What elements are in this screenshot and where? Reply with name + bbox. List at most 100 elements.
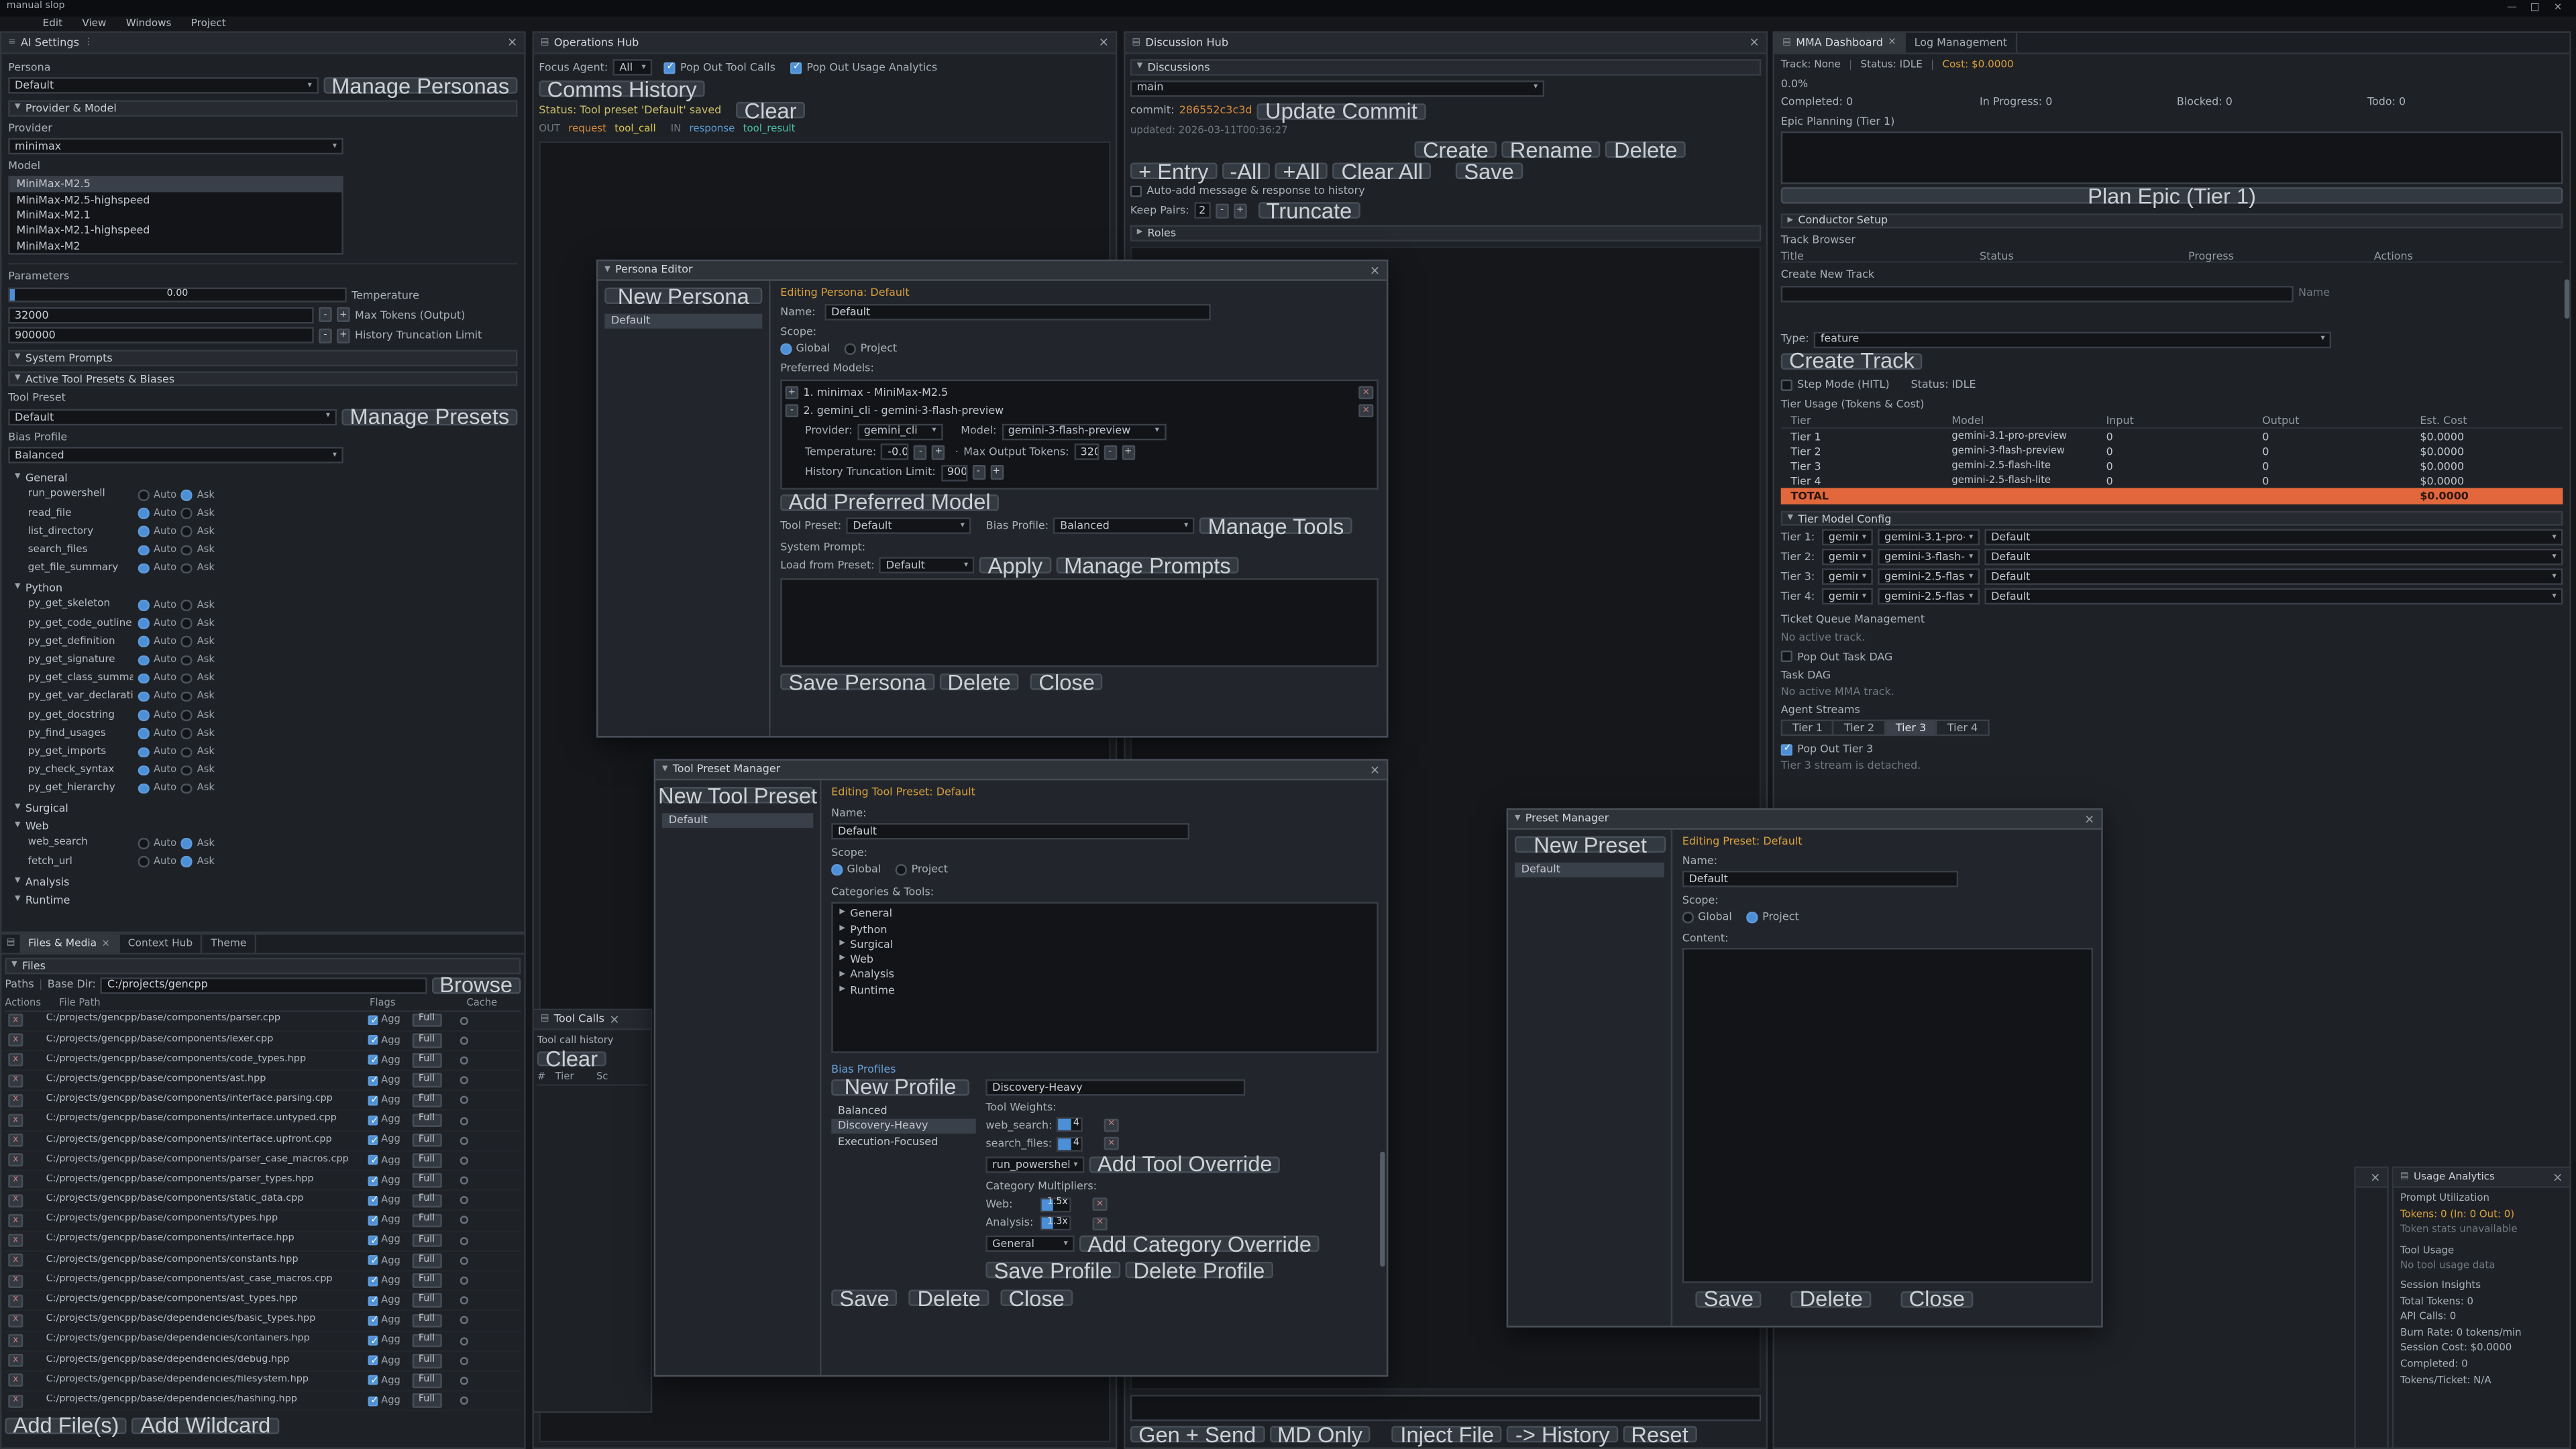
auto-radio[interactable]	[138, 710, 149, 720]
discussions-section[interactable]: ▼ Discussions	[1130, 59, 1761, 74]
remove-model-button[interactable]: ×	[1358, 386, 1373, 400]
system-prompts-section[interactable]: ▼ System Prompts	[8, 351, 517, 366]
plan-epic-button[interactable]: Plan Epic (Tier 1)	[1781, 187, 2563, 203]
agg-checkbox[interactable]	[368, 1175, 378, 1185]
load-preset-select[interactable]: Default ▾	[879, 557, 975, 574]
expand-toggle-button[interactable]: +	[786, 386, 799, 400]
reset-button[interactable]: Reset	[1623, 1426, 1697, 1442]
agg-checkbox[interactable]	[368, 1016, 378, 1026]
remove-file-button[interactable]: x	[8, 1274, 23, 1287]
tool-group-web[interactable]: ▼ Web	[8, 819, 517, 834]
tier-preset-select[interactable]: Default ▾	[1984, 589, 2563, 605]
delete-button[interactable]: Delete	[909, 1289, 989, 1305]
remove-file-button[interactable]: x	[8, 1154, 23, 1167]
auto-radio[interactable]	[138, 545, 149, 555]
detail-max-tokens-input[interactable]: 32000	[1074, 443, 1099, 460]
remove-multiplier-button[interactable]: ×	[1093, 1197, 1108, 1211]
hamburger-icon[interactable]: ≡	[8, 37, 15, 48]
scope-project-radio[interactable]	[845, 343, 855, 354]
model-list-item[interactable]: MiniMax-M2.5	[10, 177, 342, 193]
full-button[interactable]: Full	[412, 1093, 441, 1108]
max-tokens-input[interactable]: 32000	[8, 307, 314, 323]
close-panel-icon[interactable]: ×	[507, 36, 517, 48]
remove-file-button[interactable]: x	[8, 1134, 23, 1147]
close-dialog-icon[interactable]: ×	[1370, 763, 1380, 775]
full-button[interactable]: Full	[412, 1214, 441, 1228]
new-profile-button[interactable]: New Profile	[831, 1079, 969, 1095]
remove-multiplier-button[interactable]: ×	[1093, 1216, 1108, 1230]
auto-radio[interactable]	[138, 674, 149, 684]
update-commit-button[interactable]: Update Commit	[1257, 103, 1426, 119]
add-category-override-button[interactable]: Add Category Override	[1079, 1236, 1320, 1252]
conductor-setup-section[interactable]: ▶ Conductor Setup	[1781, 213, 2563, 229]
decrement-button[interactable]: -	[319, 329, 332, 343]
ask-radio[interactable]	[181, 765, 192, 775]
remove-file-button[interactable]: x	[8, 1114, 23, 1127]
remove-file-button[interactable]: x	[8, 1214, 23, 1228]
remove-file-button[interactable]: x	[8, 1054, 23, 1067]
ask-radio[interactable]	[181, 747, 192, 757]
tool-preset-list-item[interactable]: Default	[662, 812, 813, 828]
remove-file-button[interactable]: x	[8, 1294, 23, 1307]
agg-checkbox[interactable]	[368, 1195, 378, 1205]
detail-provider-select[interactable]: gemini_cli ▾	[857, 423, 943, 439]
full-button[interactable]: Full	[412, 1394, 441, 1408]
to-history-button[interactable]: -> History	[1507, 1426, 1618, 1442]
weight-slider[interactable]: 4	[1057, 1136, 1083, 1151]
auto-radio[interactable]	[138, 618, 149, 629]
preset-content-textarea[interactable]	[1682, 947, 2093, 1283]
tool-override-select[interactable]: run_powershell ▾	[985, 1157, 1084, 1173]
full-button[interactable]: Full	[412, 1154, 441, 1168]
full-button[interactable]: Full	[412, 1134, 441, 1148]
tool-group-python[interactable]: ▼ Python	[8, 581, 517, 596]
decrement-button[interactable]: -	[914, 444, 928, 459]
rename-discussion-button[interactable]: Rename	[1502, 142, 1601, 158]
stream-tab[interactable]: Tier 2	[1833, 720, 1886, 736]
increment-button[interactable]: +	[990, 465, 1004, 480]
increment-button[interactable]: +	[337, 308, 350, 323]
agg-checkbox[interactable]	[368, 1316, 378, 1326]
remove-file-button[interactable]: x	[8, 1254, 23, 1267]
tool-group-general[interactable]: ▼ General	[8, 471, 517, 486]
ask-radio[interactable]	[181, 857, 192, 867]
full-button[interactable]: Full	[412, 1354, 441, 1368]
collapse-all-button[interactable]: -All	[1222, 163, 1270, 179]
preset-name-input[interactable]: Default	[1682, 871, 1958, 888]
scope-global-radio[interactable]	[1682, 912, 1693, 923]
close-button[interactable]: Close	[1030, 674, 1103, 690]
stream-tab[interactable]: Tier 1	[1781, 720, 1834, 736]
remove-file-button[interactable]: x	[8, 1174, 23, 1187]
scope-global-radio[interactable]	[780, 343, 791, 354]
agg-checkbox[interactable]	[368, 1055, 378, 1065]
full-button[interactable]: Full	[412, 1293, 441, 1307]
auto-radio[interactable]	[138, 508, 149, 519]
model-list-item[interactable]: MiniMax-M2	[10, 238, 342, 254]
category-tree-item[interactable]: ▶ Surgical	[833, 936, 1377, 952]
bias-profile-item[interactable]: Discovery-Heavy	[831, 1118, 976, 1134]
increment-button[interactable]: +	[932, 444, 945, 459]
ask-radio[interactable]	[181, 838, 192, 849]
files-section[interactable]: ▼ Files	[5, 958, 521, 973]
add-wildcard-button[interactable]: Add Wildcard	[132, 1417, 279, 1433]
track-type-select[interactable]: feature ▾	[1814, 331, 2331, 347]
increment-button[interactable]: +	[337, 329, 350, 343]
model-list-item[interactable]: MiniMax-M2.5-highspeed	[10, 193, 342, 208]
agg-checkbox[interactable]	[368, 1356, 378, 1366]
tool-group-runtime[interactable]: ▼ Runtime	[8, 892, 517, 907]
auto-radio[interactable]	[138, 857, 149, 867]
comms-history-button[interactable]: Comms History	[539, 80, 705, 97]
full-button[interactable]: Full	[412, 1254, 441, 1268]
new-tool-preset-button[interactable]: New Tool Preset	[662, 787, 813, 803]
ask-radio[interactable]	[181, 674, 192, 684]
preset-list-item[interactable]: Default	[1515, 862, 1664, 877]
agg-checkbox[interactable]	[368, 1236, 378, 1246]
tab-files-media[interactable]: Files & Media ×	[20, 934, 120, 953]
delete-persona-button[interactable]: Delete	[939, 674, 1019, 690]
tab-theme[interactable]: Theme	[203, 934, 256, 953]
close-panel-icon[interactable]: ×	[2553, 1171, 2563, 1183]
tier-provider-select[interactable]: gemini ▾	[1822, 569, 1873, 585]
agg-checkbox[interactable]	[368, 1095, 378, 1106]
close-panel-icon[interactable]: ×	[609, 1013, 619, 1025]
pop-out-usage-checkbox[interactable]	[790, 62, 802, 73]
preferred-model-row[interactable]: + 1. minimax - MiniMax-M2.5 ×	[786, 384, 1374, 402]
